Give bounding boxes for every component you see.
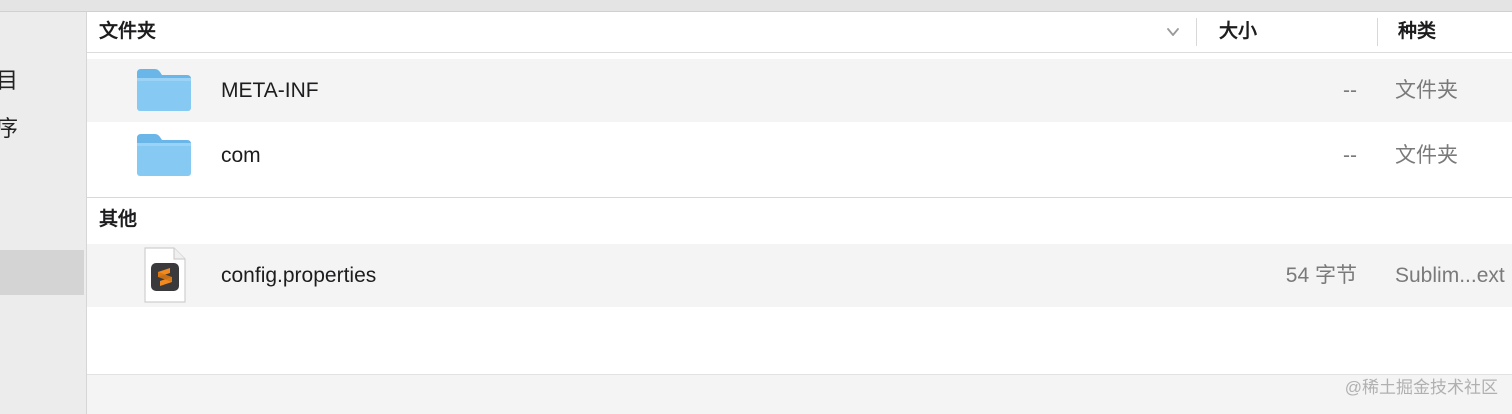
file-list: 文件夹 大小 种类 META-INF -- 文件夹 com -- 文件夹 其他 … — [87, 12, 1512, 414]
column-header-size[interactable]: 大小 — [1219, 12, 1257, 52]
sidebar: 目 序 — [0, 12, 87, 414]
window-toolbar — [0, 0, 1512, 12]
folder-icon — [135, 67, 193, 119]
empty-list-area — [87, 374, 1512, 414]
sidebar-item-selected[interactable] — [0, 250, 84, 295]
column-header: 文件夹 大小 种类 — [87, 12, 1512, 53]
file-name: com — [221, 144, 261, 167]
column-divider[interactable] — [1377, 18, 1378, 46]
table-row[interactable]: config.properties 54 字节 Sublim...ext — [87, 244, 1512, 307]
file-size: 54 字节 — [1285, 264, 1357, 287]
file-size: -- — [1343, 144, 1357, 167]
file-name: config.properties — [221, 264, 377, 287]
table-row[interactable]: META-INF -- 文件夹 — [87, 59, 1512, 122]
file-size: -- — [1343, 79, 1357, 102]
table-row[interactable]: com -- 文件夹 — [87, 124, 1512, 187]
sidebar-item-1[interactable]: 目 — [0, 68, 82, 94]
section-divider — [87, 197, 1512, 198]
finder-window: 目 序 文件夹 大小 种类 META-INF -- 文件夹 com -- 文件夹… — [0, 0, 1512, 414]
file-kind: 文件夹 — [1395, 79, 1458, 102]
file-name: META-INF — [221, 79, 319, 102]
chevron-down-icon[interactable] — [1166, 25, 1180, 39]
file-kind: 文件夹 — [1395, 144, 1458, 167]
column-header-kind[interactable]: 种类 — [1398, 12, 1436, 52]
sidebar-item-label: 目 — [0, 68, 19, 93]
section-title: 其他 — [99, 209, 138, 230]
watermark: @稀土掘金技术社区 — [1344, 378, 1498, 397]
file-kind: Sublim...ext — [1395, 264, 1505, 287]
sublime-text-document-icon — [142, 246, 188, 310]
sidebar-item-label: 序 — [0, 116, 19, 141]
column-header-name[interactable]: 文件夹 — [99, 12, 156, 52]
folder-icon — [135, 132, 193, 184]
column-divider[interactable] — [1196, 18, 1197, 46]
sidebar-item-2[interactable]: 序 — [0, 116, 82, 142]
